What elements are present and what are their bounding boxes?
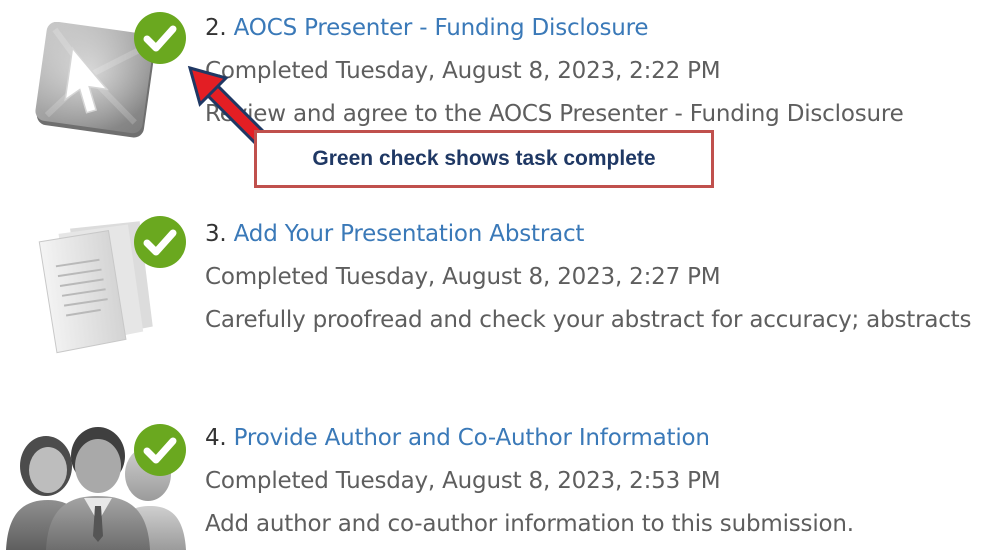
annotation-callout: Green check shows task complete — [254, 130, 714, 188]
task-completed-status: Completed Tuesday, August 8, 2023, 2:27 … — [205, 264, 721, 290]
task-title: 3. Add Your Presentation Abstract — [205, 220, 584, 248]
task-title: 2. AOCS Presenter - Funding Disclosure — [205, 14, 649, 42]
task-title: 4. Provide Author and Co-Author Informat… — [205, 424, 710, 452]
task-item-author-info: 4. Provide Author and Co-Author Informat… — [0, 390, 996, 550]
task-number: 3. — [205, 221, 227, 247]
task-description: Carefully proofread and check your abstr… — [205, 307, 972, 333]
task-title-link[interactable]: AOCS Presenter - Funding Disclosure — [234, 15, 649, 41]
task-item-abstract: 3. Add Your Presentation Abstract Comple… — [0, 200, 996, 390]
task-description: Add author and co-author information to … — [205, 511, 854, 537]
task-title-link[interactable]: Provide Author and Co-Author Information — [234, 425, 710, 451]
task-completed-status: Completed Tuesday, August 8, 2023, 2:53 … — [205, 468, 721, 494]
callout-text: Green check shows task complete — [312, 147, 656, 170]
task-number: 4. — [205, 425, 227, 451]
task-title-link[interactable]: Add Your Presentation Abstract — [234, 221, 585, 247]
task-number: 2. — [205, 15, 227, 41]
completed-check-icon — [134, 216, 186, 268]
completed-check-icon — [134, 424, 186, 476]
task-description: Review and agree to the AOCS Presenter -… — [205, 101, 904, 127]
